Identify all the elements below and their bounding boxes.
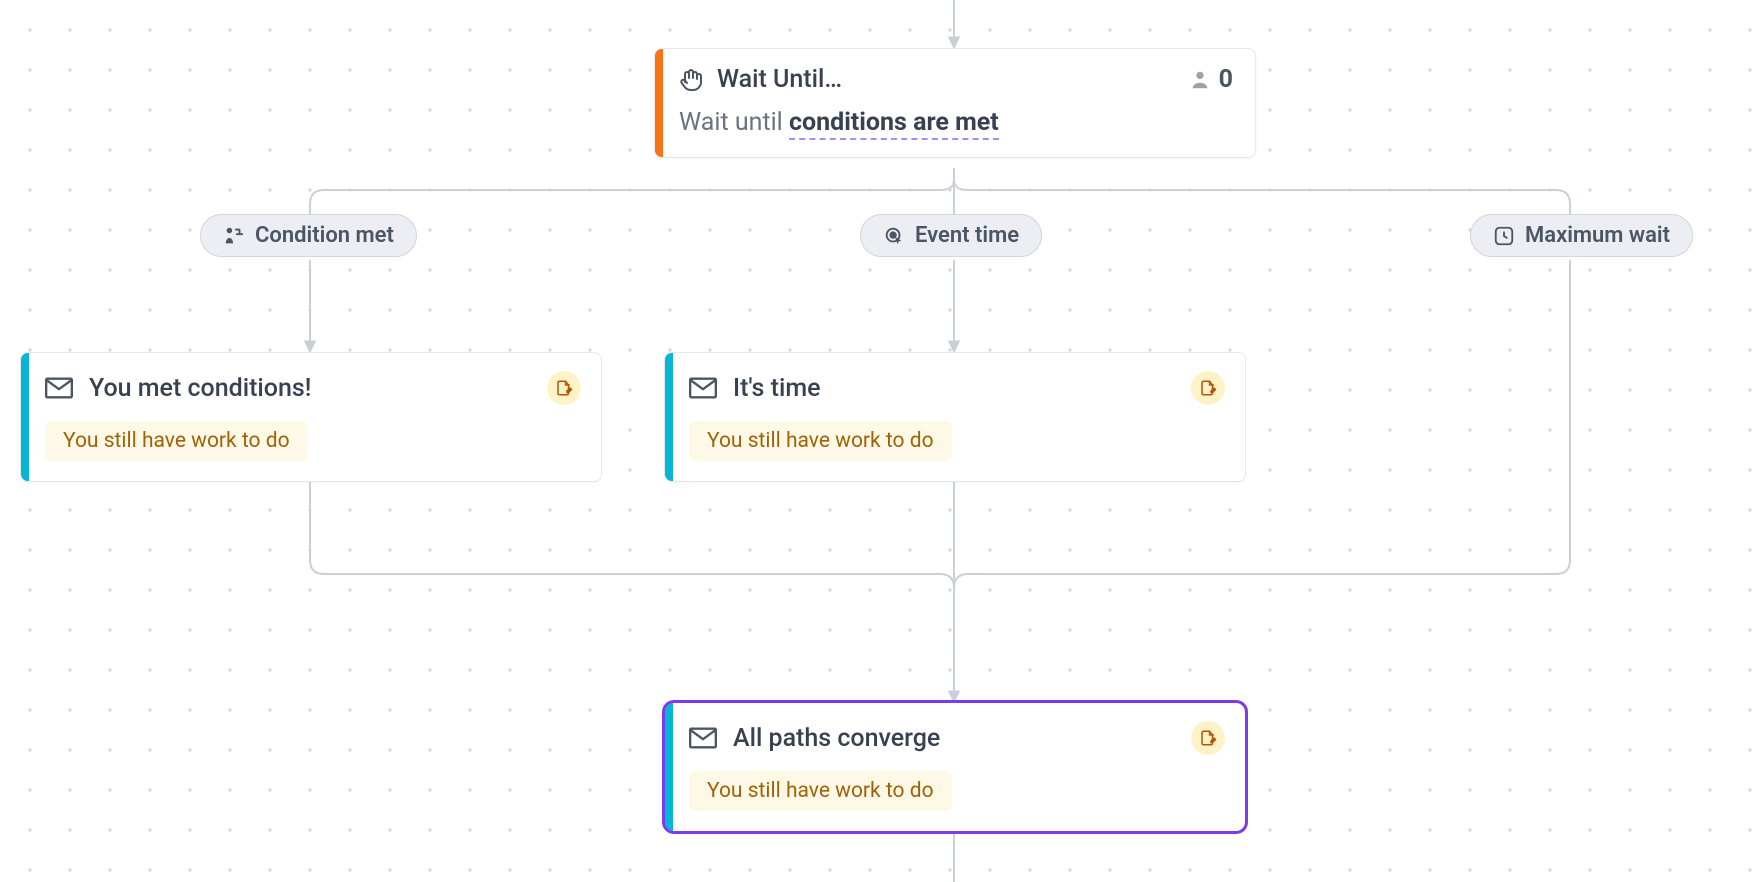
user-count: 0	[1189, 65, 1233, 94]
branch-label: Condition met	[255, 223, 394, 248]
wait-node-subtitle: Wait until conditions are met	[679, 108, 1233, 137]
email-node-its-time[interactable]: It's time You still have work to do	[664, 352, 1246, 482]
wait-until-node[interactable]: Wait Until… 0 Wait until conditions are …	[654, 48, 1256, 158]
branch-label: Event time	[915, 223, 1019, 248]
draft-note-icon[interactable]	[547, 371, 581, 405]
draft-note-icon[interactable]	[1191, 371, 1225, 405]
node-stripe	[665, 703, 673, 831]
node-stripe	[655, 49, 663, 157]
conditions-link[interactable]: conditions are met	[789, 108, 999, 140]
envelope-icon	[45, 377, 73, 399]
email-title: It's time	[733, 374, 821, 403]
clock-icon	[1493, 225, 1515, 247]
email-title: All paths converge	[733, 724, 940, 753]
subtitle-prefix: Wait until	[679, 108, 789, 137]
envelope-icon	[689, 727, 717, 749]
branch-label: Maximum wait	[1525, 223, 1670, 248]
person-branch-icon	[223, 225, 245, 247]
warning-chip: You still have work to do	[689, 771, 952, 811]
node-stripe	[21, 353, 29, 481]
warning-chip: You still have work to do	[689, 421, 952, 461]
user-count-value: 0	[1219, 65, 1233, 94]
email-title: You met conditions!	[89, 374, 311, 403]
envelope-icon	[689, 377, 717, 399]
hand-icon	[679, 68, 703, 92]
email-node-converge[interactable]: All paths converge You still have work t…	[664, 702, 1246, 832]
flow-canvas[interactable]: Wait Until… 0 Wait until conditions are …	[0, 0, 1754, 882]
branch-pill-condition-met[interactable]: Condition met	[200, 214, 417, 257]
wait-node-title: Wait Until…	[717, 65, 842, 94]
warning-chip: You still have work to do	[45, 421, 308, 461]
branch-pill-maximum-wait[interactable]: Maximum wait	[1470, 214, 1693, 257]
branch-pill-event-time[interactable]: Event time	[860, 214, 1042, 257]
cursor-click-icon	[883, 225, 905, 247]
draft-note-icon[interactable]	[1191, 721, 1225, 755]
node-stripe	[665, 353, 673, 481]
user-icon	[1189, 69, 1211, 91]
email-node-conditions[interactable]: You met conditions! You still have work …	[20, 352, 602, 482]
